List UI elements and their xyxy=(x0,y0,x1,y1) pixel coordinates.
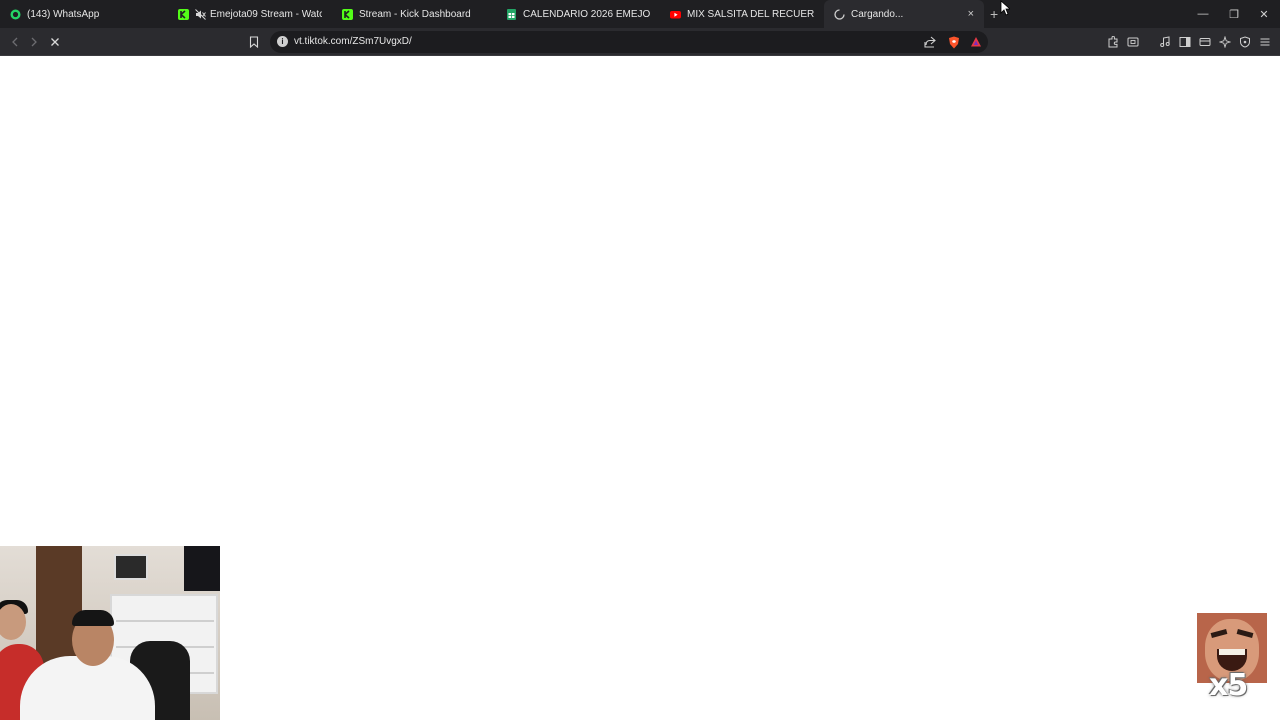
bookmark-icon[interactable] xyxy=(246,34,262,50)
forward-button[interactable] xyxy=(26,34,42,50)
tab-title: MIX SALSITA DEL RECUERDO - (NICH xyxy=(687,8,814,20)
kick-icon xyxy=(342,8,353,20)
restore-button[interactable]: ❐ xyxy=(1218,0,1250,28)
tab-title: Cargando... xyxy=(851,8,904,20)
media-music-icon[interactable] xyxy=(1157,34,1173,50)
brave-shields-icon[interactable] xyxy=(946,34,962,50)
muted-speaker-icon[interactable] xyxy=(195,8,206,20)
wallet-icon[interactable] xyxy=(1125,34,1141,50)
close-tab-icon[interactable]: × xyxy=(960,8,974,20)
tab-emejota09-stream[interactable]: Emejota09 Stream - Watch Live o xyxy=(168,0,332,28)
browser-toolbar: i vt.tiktok.com/ZSm7UvgxD/ xyxy=(0,28,1280,56)
loading-spinner-icon xyxy=(834,8,845,20)
leo-ai-icon[interactable] xyxy=(1217,34,1233,50)
tab-whatsapp[interactable]: (143) WhatsApp xyxy=(0,0,168,28)
brave-rewards-icon[interactable] xyxy=(968,34,984,50)
person-white-shirt xyxy=(20,656,155,720)
sidebar-toggle-icon[interactable] xyxy=(1177,34,1193,50)
sheets-icon xyxy=(506,8,517,20)
extensions-icon[interactable] xyxy=(1105,34,1121,50)
mouse-cursor-icon xyxy=(1000,0,1010,16)
vpn-shield-icon[interactable] xyxy=(1237,34,1253,50)
close-window-button[interactable]: ✕ xyxy=(1248,0,1280,28)
url-text[interactable]: vt.tiktok.com/ZSm7UvgxD/ xyxy=(294,36,412,47)
wallet-card-icon[interactable] xyxy=(1197,34,1213,50)
tab-strip: (143) WhatsApp Emejota09 Stream - Watch … xyxy=(0,0,1280,28)
kick-icon xyxy=(178,8,189,20)
youtube-icon xyxy=(670,9,681,20)
site-info-icon[interactable]: i xyxy=(277,36,288,47)
tab-title: (143) WhatsApp xyxy=(27,8,100,20)
minimize-button[interactable]: — xyxy=(1187,0,1219,28)
tab-calendario-2026[interactable]: CALENDARIO 2026 EMEJOTA - Hojas xyxy=(496,0,660,28)
tab-title: Emejota09 Stream - Watch Live o xyxy=(210,8,322,20)
back-button[interactable] xyxy=(7,34,23,50)
whatsapp-icon xyxy=(10,9,21,20)
stop-loading-button[interactable] xyxy=(47,34,63,50)
tab-mix-salsita[interactable]: MIX SALSITA DEL RECUERDO - (NICH xyxy=(660,0,824,28)
emote-combo-counter: x5 xyxy=(1209,668,1248,703)
tab-title: CALENDARIO 2026 EMEJOTA - Hojas xyxy=(523,8,650,20)
new-tab-button[interactable]: + xyxy=(990,6,998,22)
tab-title: Stream - Kick Dashboard xyxy=(359,8,471,20)
tab-kick-dashboard[interactable]: Stream - Kick Dashboard xyxy=(332,0,496,28)
wall-poster xyxy=(114,554,148,580)
webcam-overlay xyxy=(0,546,220,720)
share-icon[interactable] xyxy=(922,34,938,50)
address-bar[interactable]: i vt.tiktok.com/ZSm7UvgxD/ xyxy=(270,31,988,53)
menu-icon[interactable] xyxy=(1257,34,1273,50)
tab-loading[interactable]: Cargando... × xyxy=(824,0,984,28)
